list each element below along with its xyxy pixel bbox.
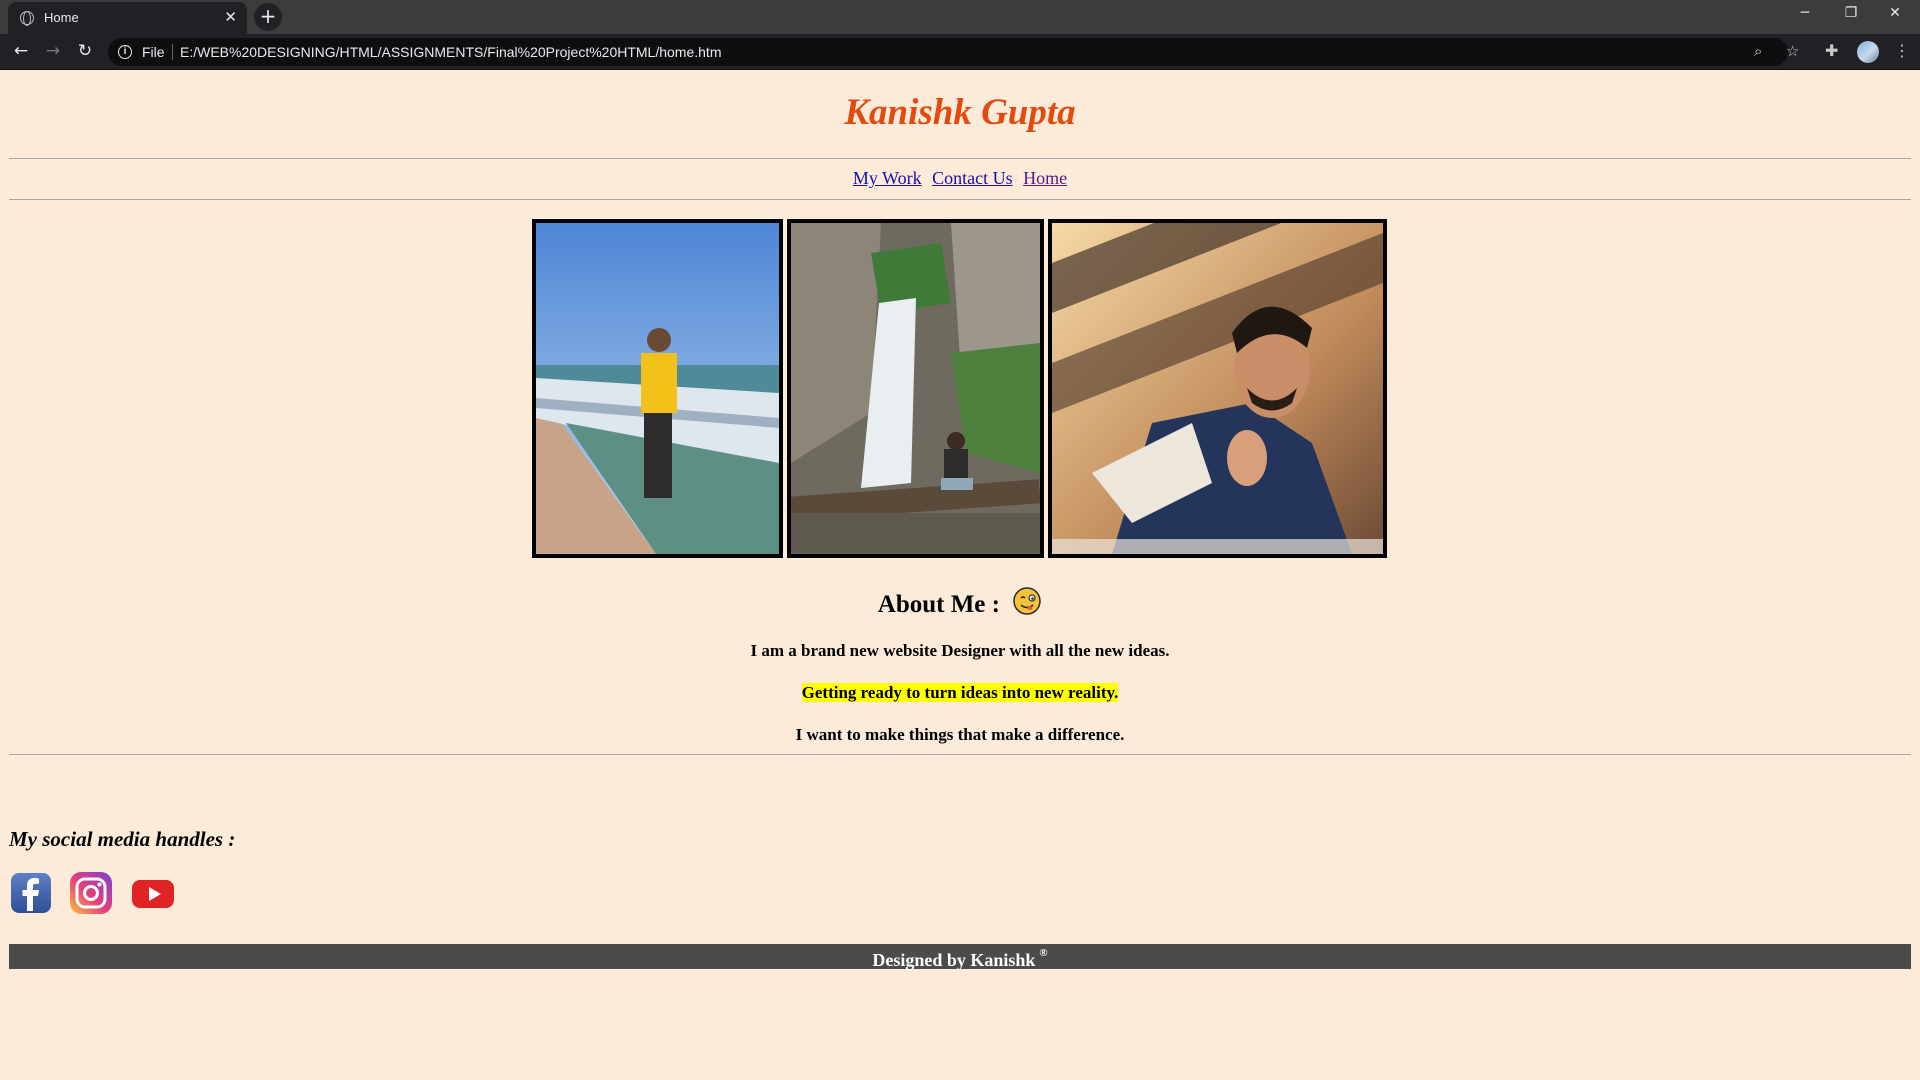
- site-title: Kanishk Gupta: [844, 92, 1076, 133]
- footer-bar: Designed by Kanishk ®: [9, 944, 1911, 970]
- profile-avatar[interactable]: [1857, 41, 1879, 63]
- bookmark-star-icon[interactable]: ☆: [1786, 42, 1799, 60]
- restore-icon[interactable]: ❐: [1836, 5, 1866, 21]
- info-icon[interactable]: i: [118, 45, 132, 59]
- about-line-1: I am a brand new website Designer with a…: [750, 641, 1170, 660]
- tab-title: Home: [44, 10, 79, 25]
- facebook-icon[interactable]: [9, 871, 53, 915]
- instagram-icon[interactable]: [69, 871, 113, 915]
- forward-arrow-icon[interactable]: →: [42, 41, 64, 61]
- divider-about: [9, 754, 1911, 755]
- zoom-icon[interactable]: ⌕: [1754, 42, 1762, 60]
- photo-portrait: [1048, 219, 1387, 558]
- divider-top: [9, 158, 1911, 159]
- url-text[interactable]: E:/WEB%20DESIGNING/HTML/ASSIGNMENTS/Fina…: [180, 44, 721, 60]
- new-tab-button[interactable]: +: [254, 3, 282, 31]
- extensions-puzzle-icon[interactable]: ✚: [1825, 41, 1838, 60]
- winking-emoji-icon: [1013, 587, 1041, 615]
- minimize-icon[interactable]: ─: [1790, 5, 1820, 21]
- omnibox-divider: [172, 44, 173, 60]
- page-viewport: Kanishk Gupta My Work Contact Us Home Ab…: [0, 71, 1920, 1080]
- address-bar[interactable]: i File E:/WEB%20DESIGNING/HTML/ASSIGNMEN…: [108, 38, 1799, 66]
- social-heading: My social media handles :: [9, 827, 236, 851]
- back-arrow-icon[interactable]: ←: [10, 41, 32, 61]
- about-heading-text: About Me :: [877, 591, 1000, 618]
- close-tab-icon[interactable]: ✕: [224, 8, 237, 26]
- tab-strip: Home ✕ + ─ ❐ ✕: [0, 0, 1920, 34]
- footer-text: Designed by Kanishk: [872, 950, 1036, 970]
- site-nav: My Work Contact Us Home: [0, 168, 1920, 189]
- scheme-label: File: [142, 44, 165, 60]
- menu-kebab-icon[interactable]: ⋮: [1894, 41, 1910, 60]
- highlighted-text: Getting ready to turn ideas into new rea…: [801, 683, 1119, 702]
- globe-icon: [20, 11, 34, 26]
- photo-seaside: [532, 219, 783, 558]
- nav-link-home[interactable]: Home: [1023, 168, 1067, 188]
- youtube-icon[interactable]: [131, 871, 175, 915]
- nav-link-contact-us[interactable]: Contact Us: [932, 168, 1013, 188]
- registered-mark: ®: [1039, 947, 1048, 959]
- about-heading: About Me :: [0, 586, 1920, 619]
- tab-home[interactable]: Home ✕: [8, 2, 247, 34]
- about-line-3: I want to make things that make a differ…: [795, 725, 1125, 744]
- reload-icon[interactable]: ↻: [74, 41, 96, 61]
- nav-link-my-work[interactable]: My Work: [853, 168, 922, 188]
- window-close-icon[interactable]: ✕: [1880, 5, 1910, 21]
- photo-waterfall: [787, 219, 1044, 558]
- divider-nav: [9, 199, 1911, 200]
- browser-toolbar: ← → ↻ i File E:/WEB%20DESIGNING/HTML/ASS…: [0, 34, 1920, 70]
- about-line-2: Getting ready to turn ideas into new rea…: [0, 683, 1920, 703]
